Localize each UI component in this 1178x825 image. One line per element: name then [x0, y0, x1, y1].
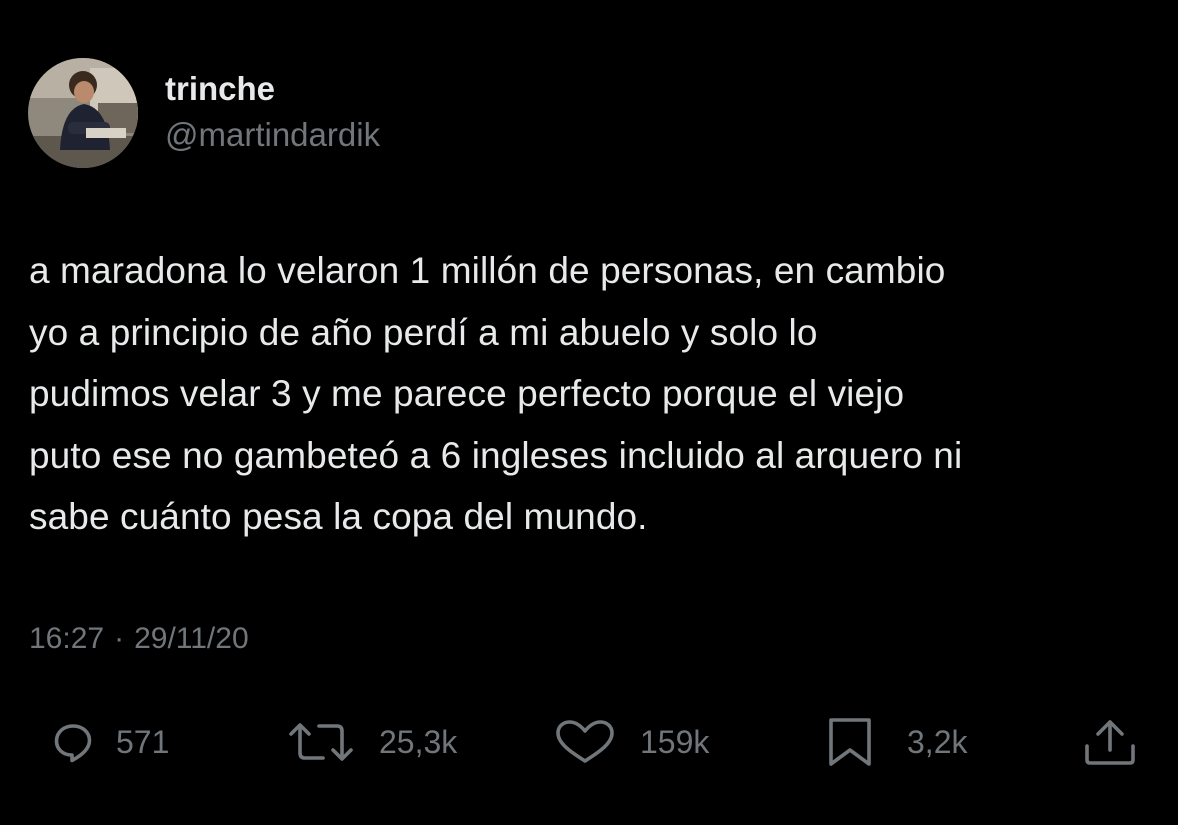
retweet-icon [287, 721, 355, 763]
meta-separator: · [114, 622, 125, 655]
bookmark-icon [825, 716, 875, 768]
bookmark-count: 3,2k [907, 723, 968, 760]
tweet-time: 16:27 [29, 622, 105, 655]
tweet-text: a maradona lo velaron 1 millón de person… [29, 250, 963, 537]
bookmark-button[interactable]: 3,2k [825, 712, 967, 772]
share-icon [1082, 716, 1138, 768]
user-names: trinche @martindardik [165, 70, 380, 154]
display-name[interactable]: trinche [165, 70, 380, 108]
tweet-header: trinche @martindardik [28, 58, 380, 168]
user-handle[interactable]: @martindardik [165, 116, 380, 154]
retweet-button[interactable]: 25,3k [287, 712, 457, 772]
retweet-count: 25,3k [379, 723, 458, 760]
tweet-date: 29/11/20 [134, 622, 249, 655]
tweet-card: trinche @martindardik a maradona lo vela… [0, 0, 1178, 825]
reply-count: 571 [116, 723, 170, 760]
heart-icon [554, 719, 616, 765]
tweet-timestamp[interactable]: 16:27 · 29/11/20 [29, 622, 249, 656]
share-button[interactable] [1082, 712, 1138, 772]
action-bar: 571 25,3k 159k 3,2k [0, 712, 1178, 772]
reply-button[interactable]: 571 [52, 712, 169, 772]
like-button[interactable]: 159k [554, 712, 709, 772]
avatar[interactable] [28, 58, 138, 168]
like-count: 159k [640, 723, 710, 760]
reply-icon [52, 721, 94, 763]
avatar-image [28, 58, 138, 168]
